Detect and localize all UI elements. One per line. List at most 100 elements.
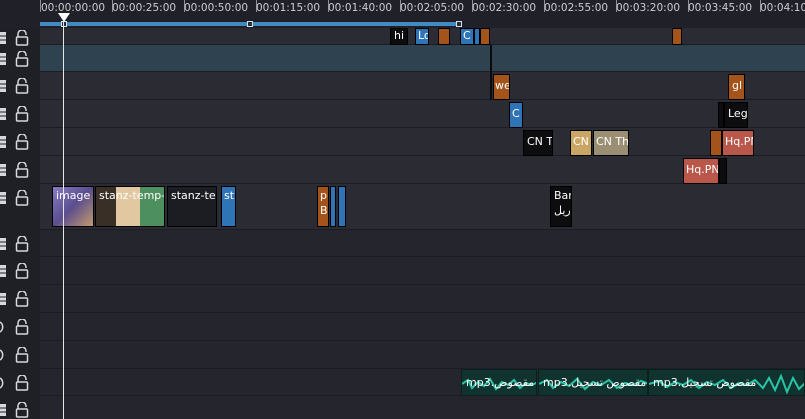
clip[interactable]: Leg xyxy=(724,102,748,128)
clip-label: CN Th xyxy=(596,135,629,148)
clip[interactable]: st xyxy=(221,186,236,227)
video-toggle-icon[interactable] xyxy=(0,403,10,417)
playhead-line[interactable] xyxy=(63,20,64,419)
clip[interactable]: Hq.PN xyxy=(683,158,719,184)
clip-label: image xyxy=(56,189,91,202)
audio-toggle-icon[interactable] xyxy=(0,320,10,334)
clip[interactable]: p B xyxy=(317,186,329,227)
lock-icon[interactable] xyxy=(15,402,29,418)
timeline-window: 00:00:00:00 00:00:25:00 00:00:50:00 00:0… xyxy=(0,0,805,419)
ruler-tick-label: 00:00:25:00 xyxy=(112,2,177,14)
clip[interactable]: we xyxy=(493,74,510,100)
lock-icon[interactable] xyxy=(15,236,29,252)
clip[interactable]: Lo xyxy=(415,28,429,45)
ruler-tick-label: 00:01:15:00 xyxy=(256,2,321,14)
clip-label: Hq.PN xyxy=(686,163,719,176)
lock-icon[interactable] xyxy=(15,375,29,391)
tracks-area[interactable]: hi Lo C we gl C Leg CN T CN CN Th Hq.PN … xyxy=(40,28,805,419)
lock-icon[interactable] xyxy=(15,291,29,307)
lock-icon[interactable] xyxy=(15,190,29,206)
lock-icon[interactable] xyxy=(15,263,29,279)
clip[interactable] xyxy=(438,28,450,45)
track-a2[interactable] xyxy=(40,341,805,369)
clip[interactable] xyxy=(330,186,336,227)
track-v3[interactable] xyxy=(40,72,805,100)
clip[interactable]: CN Th xyxy=(593,130,629,156)
clip[interactable]: Hq.PN xyxy=(722,130,754,156)
clip-label: hi xyxy=(394,29,405,42)
clip[interactable]: image xyxy=(52,186,94,227)
clip[interactable]: stanz-temp- xyxy=(95,186,165,227)
video-toggle-icon[interactable] xyxy=(0,79,10,93)
track-v4[interactable] xyxy=(40,100,805,128)
clip[interactable]: gl xyxy=(728,74,745,100)
audio-clip-label: mp3.مقصوص تسجيل xyxy=(653,376,757,389)
track-v9[interactable] xyxy=(40,257,805,285)
clip-label: stanz-temp- xyxy=(99,189,165,202)
clip[interactable] xyxy=(338,186,346,227)
audio-clip-label: mp3.مقصوص تسجيل xyxy=(543,376,647,389)
lock-icon[interactable] xyxy=(15,106,29,122)
clip-label: CN xyxy=(573,135,589,148)
lock-icon[interactable] xyxy=(15,30,29,46)
ruler-tick-label: 00:02:55:00 xyxy=(544,2,609,14)
audio-clip[interactable]: mp3.مقصوص تسجيل xyxy=(538,369,648,396)
video-toggle-icon[interactable] xyxy=(0,31,10,45)
playhead-handle[interactable] xyxy=(58,13,70,22)
clip-label: Leg xyxy=(728,107,748,120)
clip[interactable] xyxy=(710,130,722,156)
audio-clip[interactable]: mp3.مقصوص xyxy=(461,369,537,396)
lock-icon[interactable] xyxy=(15,319,29,335)
video-toggle-icon[interactable] xyxy=(0,292,10,306)
clip-label: Lo xyxy=(418,29,428,42)
audio-clip-label: mp3.مقصوص xyxy=(466,376,535,389)
clip-label-2: B xyxy=(320,204,328,217)
lock-icon[interactable] xyxy=(15,78,29,94)
video-toggle-icon[interactable] xyxy=(0,135,10,149)
video-toggle-icon[interactable] xyxy=(0,107,10,121)
clip[interactable]: C xyxy=(460,28,474,45)
clip[interactable] xyxy=(480,28,490,45)
video-toggle-icon[interactable] xyxy=(0,52,10,66)
lock-icon[interactable] xyxy=(15,162,29,178)
clip-label: Bar xyxy=(554,189,572,202)
clip-label: we xyxy=(495,79,510,92)
clip-label: C xyxy=(463,29,471,42)
clip[interactable] xyxy=(672,28,682,45)
clip-label: CN T xyxy=(527,135,553,148)
lock-icon[interactable] xyxy=(15,347,29,363)
track-v5[interactable] xyxy=(40,128,805,156)
video-toggle-icon[interactable] xyxy=(0,191,10,205)
clip[interactable]: CN xyxy=(570,130,592,156)
clip[interactable]: hi xyxy=(390,28,408,45)
clip[interactable]: stanz-ter xyxy=(167,186,217,227)
work-area-handle-end[interactable] xyxy=(456,21,462,27)
lock-icon[interactable] xyxy=(15,134,29,150)
track-v10[interactable] xyxy=(40,285,805,313)
ruler-tick-label: 00:02:30:00 xyxy=(472,2,537,14)
clip-label: stanz-ter xyxy=(171,189,217,202)
lock-icon[interactable] xyxy=(15,51,29,67)
time-ruler[interactable]: 00:00:00:00 00:00:25:00 00:00:50:00 00:0… xyxy=(40,0,805,28)
timeline-header-corner xyxy=(0,0,40,28)
video-toggle-icon[interactable] xyxy=(0,264,10,278)
audio-toggle-icon[interactable] xyxy=(0,376,10,390)
video-toggle-icon[interactable] xyxy=(0,163,10,177)
video-toggle-icon[interactable] xyxy=(0,237,10,251)
clip[interactable] xyxy=(719,158,727,184)
clip[interactable]: Bar ريل xyxy=(550,186,572,227)
work-area-handle-mid[interactable] xyxy=(247,21,253,27)
clip[interactable]: CN T xyxy=(523,130,553,156)
track-v2[interactable] xyxy=(40,45,805,72)
clip-label: gl xyxy=(732,79,743,92)
clip-label-2: ريل xyxy=(554,204,571,217)
clip-label: C xyxy=(512,107,520,120)
track-a1[interactable] xyxy=(40,313,805,341)
track-v8[interactable] xyxy=(40,230,805,257)
clip[interactable]: C xyxy=(509,102,523,128)
track-a4[interactable] xyxy=(40,396,805,419)
clip-label: p xyxy=(320,189,327,202)
audio-clip[interactable]: mp3.مقصوص تسجيل xyxy=(648,369,805,396)
audio-toggle-icon[interactable] xyxy=(0,348,10,362)
ruler-tick-label: 00:02:05:00 xyxy=(400,2,465,14)
